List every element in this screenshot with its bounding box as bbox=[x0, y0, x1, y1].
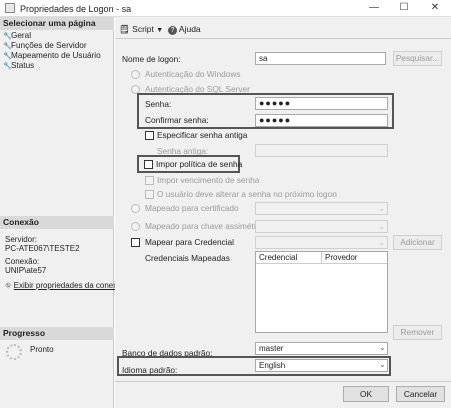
grid-col-credential[interactable]: Credencial bbox=[259, 252, 297, 264]
enforce-policy-checkbox[interactable] bbox=[144, 160, 153, 169]
window-title: Propriedades de Logon - sa bbox=[20, 4, 132, 14]
page-item-status[interactable]: 🔧Status bbox=[3, 61, 34, 71]
specify-old-password-label: Especificar senha antiga bbox=[157, 130, 248, 140]
chevron-down-icon: ⌄ bbox=[378, 222, 385, 231]
chevron-down-icon: ▼ bbox=[156, 27, 164, 34]
progress-header: Progresso bbox=[0, 327, 114, 340]
password-field[interactable]: ●●●●● bbox=[255, 97, 388, 110]
grid-col-divider bbox=[321, 252, 322, 264]
grid-header: Credencial Provedor bbox=[256, 252, 387, 264]
remove-button[interactable]: Remover bbox=[393, 325, 442, 340]
default-database-dropdown[interactable]: master bbox=[255, 342, 388, 355]
enforce-expiration-label: Impor vencimento de senha bbox=[157, 175, 260, 185]
title-bar: Propriedades de Logon - sa — ☐ ✕ bbox=[0, 0, 451, 17]
progress-status: Pronto bbox=[30, 345, 54, 354]
mapped-credentials-label: Credenciais Mapeadas bbox=[145, 253, 230, 263]
help-label: Ajuda bbox=[178, 24, 201, 34]
map-certificate-label: Mapeado para certificado bbox=[145, 203, 239, 213]
ok-button[interactable]: OK bbox=[343, 386, 389, 402]
connection-header: Conexão bbox=[0, 216, 114, 229]
mapped-credentials-grid[interactable]: Credencial Provedor bbox=[255, 251, 388, 333]
page-item-label: Status bbox=[11, 61, 35, 70]
enforce-policy-label: Impor política de senha bbox=[156, 159, 243, 169]
map-credential-checkbox[interactable] bbox=[131, 238, 140, 247]
must-change-checkbox[interactable] bbox=[145, 190, 154, 199]
chevron-down-icon: ⌄ bbox=[378, 204, 385, 213]
footer-separator bbox=[115, 381, 451, 382]
page-item-user-mapping[interactable]: 🔧Mapeamento de Usuário bbox=[3, 51, 101, 61]
confirm-password-field[interactable]: ●●●●● bbox=[255, 114, 388, 127]
enforce-expiration-checkbox[interactable] bbox=[145, 176, 154, 185]
page-item-general[interactable]: 🔧Geral bbox=[3, 31, 31, 41]
must-change-label: O usuário deve alterar a senha no próxim… bbox=[157, 189, 337, 199]
map-asymmetric-key-label: Mapeado para chave assimétrica bbox=[145, 221, 268, 231]
login-name-field[interactable]: sa bbox=[255, 52, 386, 65]
page-item-label: Funções de Servidor bbox=[11, 41, 87, 50]
page-item-label: Geral bbox=[11, 31, 32, 40]
page-item-label: Mapeamento de Usuário bbox=[11, 51, 101, 60]
script-icon: 🗒 bbox=[119, 24, 130, 34]
credential-dropdown[interactable]: ⌄ bbox=[255, 236, 388, 249]
windows-auth-radio[interactable] bbox=[131, 70, 140, 79]
toolbar bbox=[115, 17, 451, 39]
cancel-button[interactable]: Cancelar bbox=[396, 386, 445, 402]
password-label: Senha: bbox=[145, 99, 172, 109]
default-language-dropdown[interactable]: English bbox=[255, 359, 388, 372]
help-button[interactable]: ? Ajuda bbox=[168, 24, 201, 35]
login-name-label: Nome de logon: bbox=[122, 54, 181, 64]
windows-auth-label: Autenticação do Windows bbox=[145, 69, 241, 79]
map-credential-label: Mapear para Credencial bbox=[145, 237, 235, 247]
view-connection-properties-label: Exibir propriedades da conexã bbox=[13, 281, 122, 290]
window-icon bbox=[5, 3, 15, 13]
add-button[interactable]: Adicionar bbox=[393, 235, 442, 250]
map-certificate-radio[interactable] bbox=[131, 204, 140, 213]
search-button[interactable]: Pesquisar... bbox=[393, 51, 442, 66]
script-label: Script bbox=[132, 24, 154, 34]
properties-icon: ⛗ bbox=[5, 281, 12, 290]
help-icon: ? bbox=[168, 26, 177, 35]
view-connection-properties-link[interactable]: ⛗ Exibir propriedades da conexã bbox=[5, 281, 122, 291]
chevron-down-icon: ⌄ bbox=[379, 360, 386, 369]
server-label: Servidor: bbox=[5, 235, 38, 244]
map-asymmetric-key-radio[interactable] bbox=[131, 222, 140, 231]
connection-label: Conexão: bbox=[5, 257, 40, 266]
wrench-icon: 🔧 bbox=[3, 63, 12, 70]
confirm-password-label: Confirmar senha: bbox=[145, 115, 209, 125]
specify-old-password-checkbox[interactable] bbox=[145, 131, 154, 140]
maximize-button[interactable]: ☐ bbox=[390, 0, 418, 16]
select-page-header: Selecionar uma página bbox=[0, 17, 114, 30]
minimize-button[interactable]: — bbox=[360, 0, 388, 16]
chevron-down-icon: ⌄ bbox=[378, 238, 385, 247]
grid-col-provider[interactable]: Provedor bbox=[325, 252, 357, 264]
old-password-field[interactable] bbox=[255, 144, 388, 157]
certificate-dropdown[interactable]: ⌄ bbox=[255, 202, 388, 215]
script-button[interactable]: 🗒 Script ▼ bbox=[119, 24, 163, 35]
chevron-down-icon: ⌄ bbox=[379, 343, 386, 352]
default-language-label: Idioma padrão: bbox=[122, 365, 178, 375]
progress-spinner-icon bbox=[6, 344, 22, 360]
connection-value: UNIP\ate57 bbox=[5, 266, 47, 275]
server-value: PC-ATE067\TESTE2 bbox=[5, 244, 80, 253]
page-item-server-roles[interactable]: 🔧Funções de Servidor bbox=[3, 41, 87, 51]
close-button[interactable]: ✕ bbox=[421, 0, 449, 16]
asymmetric-key-dropdown[interactable]: ⌄ bbox=[255, 220, 388, 233]
